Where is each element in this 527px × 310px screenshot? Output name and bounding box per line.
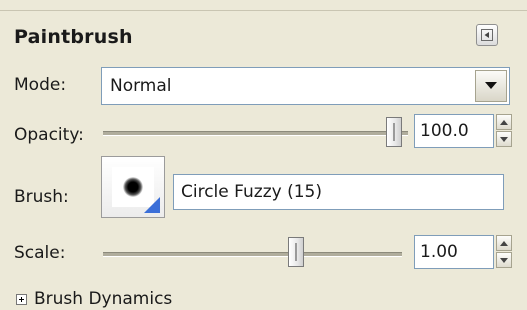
panel-title: Paintbrush xyxy=(14,26,133,48)
opacity-increment-button[interactable] xyxy=(496,114,512,130)
chevron-down-icon xyxy=(500,136,508,142)
opacity-label: Opacity: xyxy=(14,125,84,145)
opacity-spinbox[interactable]: 100.0 xyxy=(414,114,494,148)
opacity-value: 100.0 xyxy=(420,121,469,141)
mode-label: Mode: xyxy=(14,75,67,95)
scale-slider-thumb[interactable] xyxy=(288,237,304,267)
triangle-left-icon xyxy=(481,29,493,41)
mode-value: Normal xyxy=(110,76,172,96)
panel-top-border xyxy=(0,0,527,11)
scale-slider-track[interactable] xyxy=(103,252,402,257)
plus-expander-icon[interactable] xyxy=(16,294,27,305)
brush-dot xyxy=(123,177,143,197)
brush-label: Brush: xyxy=(14,187,69,207)
scale-decrement-button[interactable] xyxy=(496,252,512,268)
mode-dropdown-button[interactable] xyxy=(475,70,507,102)
opacity-slider-thumb[interactable] xyxy=(386,117,402,147)
chevron-up-icon xyxy=(500,119,508,125)
brush-select-button[interactable] xyxy=(101,156,165,218)
brush-dynamics-expander-label[interactable]: Brush Dynamics xyxy=(34,289,172,309)
scale-value: 1.00 xyxy=(420,242,458,262)
brush-name-field[interactable]: Circle Fuzzy (15) xyxy=(173,174,504,210)
scale-label: Scale: xyxy=(14,243,66,263)
scale-increment-button[interactable] xyxy=(496,235,512,251)
opacity-spin-arrows[interactable] xyxy=(496,114,512,148)
brush-name-value: Circle Fuzzy (15) xyxy=(181,182,322,202)
chevron-down-icon xyxy=(500,257,508,263)
opacity-decrement-button[interactable] xyxy=(496,131,512,147)
chevron-down-icon xyxy=(485,82,497,89)
mode-select[interactable]: Normal xyxy=(101,67,510,105)
collapse-button[interactable] xyxy=(476,24,498,46)
chevron-up-icon xyxy=(500,240,508,246)
brush-popup-indicator-icon xyxy=(144,197,160,213)
opacity-slider-track[interactable] xyxy=(103,131,408,136)
scale-spin-arrows[interactable] xyxy=(496,235,512,269)
scale-spinbox[interactable]: 1.00 xyxy=(414,235,494,269)
